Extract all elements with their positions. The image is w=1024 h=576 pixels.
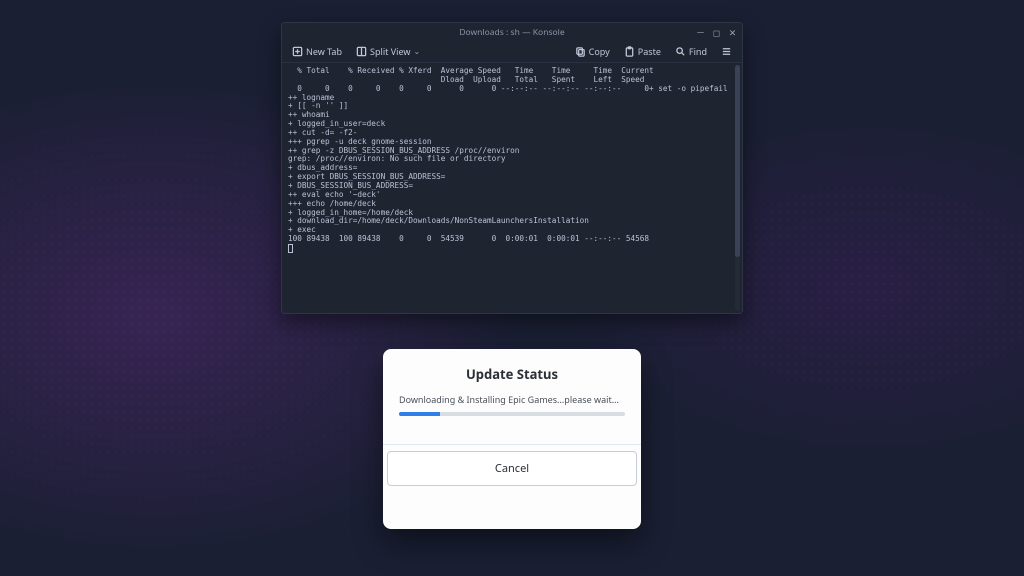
copy-label: Copy	[589, 45, 610, 58]
progress-bar-fill	[399, 412, 440, 416]
find-button[interactable]: Find	[671, 43, 711, 60]
window-maximize-icon[interactable]: ◻	[712, 28, 721, 37]
progress-bar	[399, 412, 625, 416]
dialog-message: Downloading & Installing Epic Games...pl…	[399, 393, 625, 406]
split-view-icon	[356, 46, 367, 57]
terminal-scrollbar[interactable]	[735, 65, 740, 311]
chevron-down-icon: ⌄	[413, 46, 420, 57]
copy-button[interactable]: Copy	[571, 43, 614, 60]
dialog-title: Update Status	[383, 349, 641, 393]
new-tab-label: New Tab	[306, 45, 342, 58]
terminal-window: Downloads : sh — Konsole － ◻ ✕ New Tab S…	[281, 22, 743, 314]
hamburger-icon	[721, 46, 732, 57]
split-view-button[interactable]: Split View ⌄	[352, 43, 424, 60]
new-tab-button[interactable]: New Tab	[288, 43, 346, 60]
window-title: Downloads : sh — Konsole	[459, 27, 564, 38]
window-minimize-icon[interactable]: －	[696, 28, 705, 37]
window-close-icon[interactable]: ✕	[728, 28, 737, 37]
paste-icon	[624, 46, 635, 57]
new-tab-icon	[292, 46, 303, 57]
terminal-toolbar: New Tab Split View ⌄ Copy Paste	[282, 41, 742, 63]
split-view-label: Split View	[370, 45, 410, 58]
terminal-cursor	[288, 244, 293, 253]
terminal-output-text: % Total % Received % Xferd Average Speed…	[288, 66, 728, 243]
find-label: Find	[689, 45, 707, 58]
dialog-divider	[383, 444, 641, 445]
copy-icon	[575, 46, 586, 57]
update-status-dialog: Update Status Downloading & Installing E…	[383, 349, 641, 529]
terminal-output-area[interactable]: % Total % Received % Xferd Average Speed…	[282, 63, 742, 313]
paste-label: Paste	[638, 45, 661, 58]
cancel-button-label: Cancel	[495, 461, 529, 476]
window-titlebar[interactable]: Downloads : sh — Konsole － ◻ ✕	[282, 23, 742, 41]
search-icon	[675, 46, 686, 57]
hamburger-menu-button[interactable]	[717, 44, 736, 59]
cancel-button[interactable]: Cancel	[387, 451, 637, 486]
paste-button[interactable]: Paste	[620, 43, 665, 60]
